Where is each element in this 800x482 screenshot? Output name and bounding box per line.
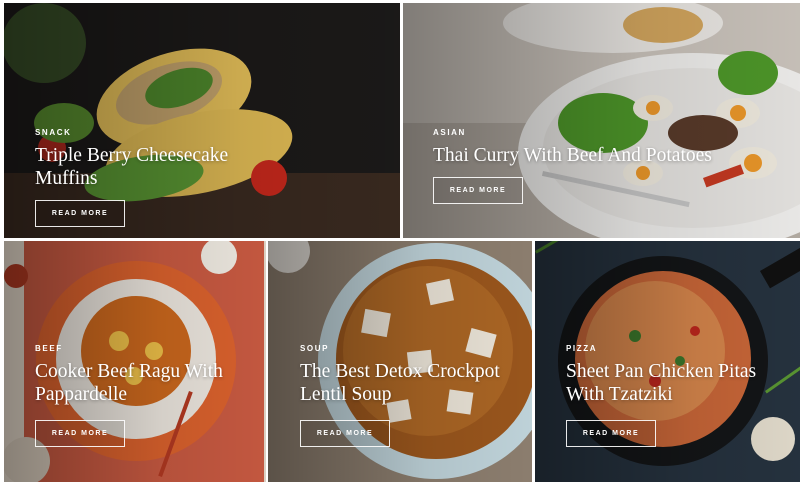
- recipe-grid: SNACK Triple Berry Cheesecake Muffins RE…: [0, 0, 800, 482]
- recipe-title[interactable]: Sheet Pan Chicken Pitas With Tzatziki: [566, 360, 766, 406]
- recipe-card-asian[interactable]: ASIAN Thai Curry With Beef And Potatoes …: [403, 3, 800, 238]
- recipe-card-snack[interactable]: SNACK Triple Berry Cheesecake Muffins RE…: [4, 3, 400, 238]
- read-more-button[interactable]: READ MORE: [35, 200, 125, 227]
- recipe-card-soup[interactable]: SOUP The Best Detox Crockpot Lentil Soup…: [268, 241, 532, 482]
- card-content: PIZZA Sheet Pan Chicken Pitas With Tzatz…: [566, 344, 766, 447]
- recipe-title[interactable]: Thai Curry With Beef And Potatoes: [433, 144, 753, 167]
- read-more-button[interactable]: READ MORE: [35, 420, 125, 447]
- card-content: ASIAN Thai Curry With Beef And Potatoes …: [433, 128, 753, 204]
- category-label[interactable]: PIZZA: [566, 344, 766, 353]
- category-label[interactable]: BEEF: [35, 344, 225, 353]
- card-content: SNACK Triple Berry Cheesecake Muffins RE…: [35, 128, 265, 227]
- read-more-button[interactable]: READ MORE: [300, 420, 390, 447]
- category-label[interactable]: ASIAN: [433, 128, 753, 137]
- read-more-button[interactable]: READ MORE: [566, 420, 656, 447]
- card-content: BEEF Cooker Beef Ragu With Pappardelle R…: [35, 344, 225, 447]
- category-label[interactable]: SOUP: [300, 344, 515, 353]
- recipe-card-beef[interactable]: BEEF Cooker Beef Ragu With Pappardelle R…: [4, 241, 266, 482]
- recipe-title[interactable]: Triple Berry Cheesecake Muffins: [35, 144, 265, 190]
- recipe-title[interactable]: The Best Detox Crockpot Lentil Soup: [300, 360, 515, 406]
- recipe-title[interactable]: Cooker Beef Ragu With Pappardelle: [35, 360, 225, 406]
- recipe-card-pizza[interactable]: PIZZA Sheet Pan Chicken Pitas With Tzatz…: [535, 241, 800, 482]
- card-content: SOUP The Best Detox Crockpot Lentil Soup…: [300, 344, 515, 447]
- category-label[interactable]: SNACK: [35, 128, 265, 137]
- read-more-button[interactable]: READ MORE: [433, 177, 523, 204]
